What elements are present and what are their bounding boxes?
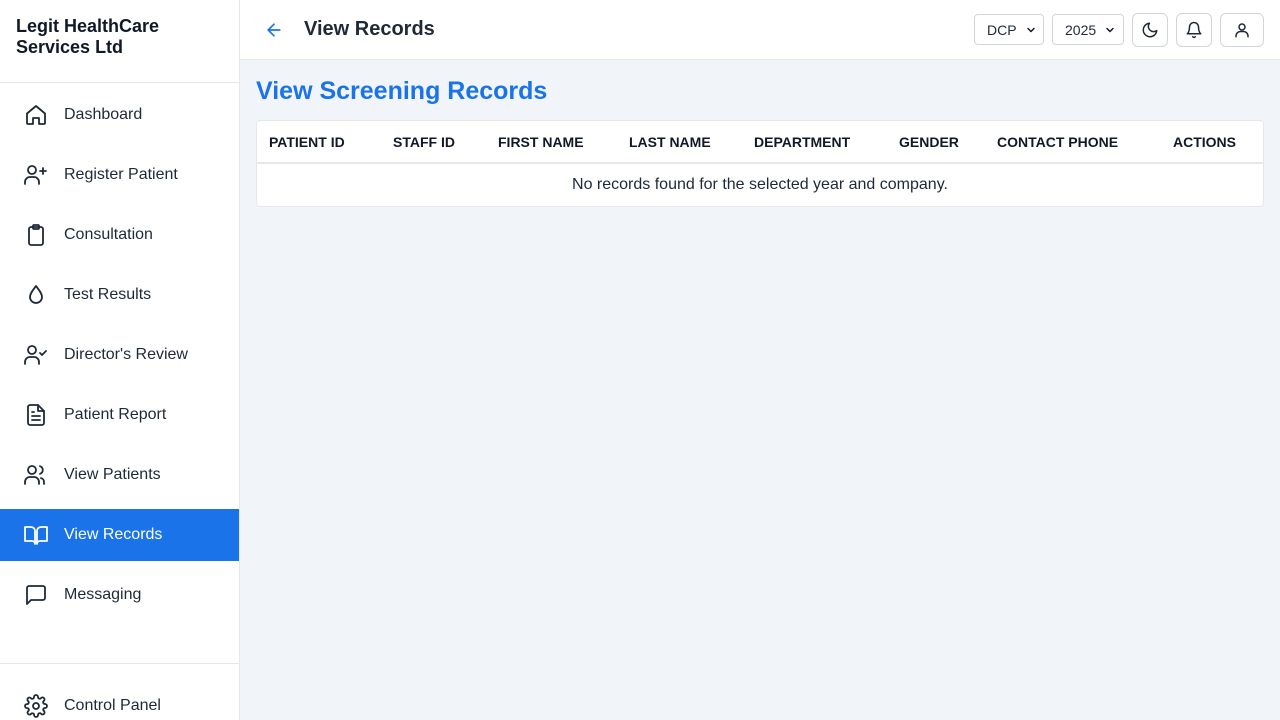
sidebar-item-register-patient[interactable]: Register Patient [0, 149, 239, 201]
column-first-name[interactable]: FIRST NAME [486, 121, 617, 164]
message-square-icon [22, 581, 50, 609]
sidebar-footer: Control Panel [0, 663, 239, 720]
bell-icon [1185, 21, 1203, 39]
sidebar-item-view-records[interactable]: View Records [0, 509, 239, 561]
sidebar-item-view-patients[interactable]: View Patients [0, 449, 239, 501]
table-header-row: PATIENT ID STAFF ID FIRST NAME LAST NAME… [257, 121, 1263, 164]
year-select[interactable]: 2025 [1052, 14, 1124, 45]
brand-name: Legit HealthCare Services Ltd [0, 0, 239, 83]
records-table: PATIENT ID STAFF ID FIRST NAME LAST NAME… [257, 121, 1263, 206]
column-department[interactable]: DEPARTMENT [742, 121, 887, 164]
theme-toggle-button[interactable] [1132, 12, 1168, 47]
column-staff-id[interactable]: STAFF ID [381, 121, 486, 164]
table-row: No records found for the selected year a… [257, 163, 1263, 206]
user-menu-button[interactable] [1220, 12, 1264, 47]
sidebar-item-dashboard[interactable]: Dashboard [0, 89, 239, 141]
sidebar-item-label: Consultation [64, 226, 153, 243]
users-icon [22, 461, 50, 489]
company-select[interactable]: DCP [974, 14, 1044, 45]
sidebar-item-directors-review[interactable]: Director's Review [0, 329, 239, 381]
sidebar-item-control-panel[interactable]: Control Panel [0, 680, 239, 720]
sidebar-item-label: Register Patient [64, 166, 178, 183]
user-check-icon [22, 341, 50, 369]
sidebar-item-label: Messaging [64, 586, 142, 603]
top-bar-controls: DCP 2025 [974, 12, 1264, 47]
moon-icon [1141, 21, 1159, 39]
user-plus-icon [22, 161, 50, 189]
column-last-name[interactable]: LAST NAME [617, 121, 742, 164]
sidebar-item-consultation[interactable]: Consultation [0, 209, 239, 261]
content-area: View Screening Records PATIENT ID STAFF … [240, 60, 1280, 223]
company-select-value: DCP [987, 21, 1017, 38]
back-arrow-icon[interactable] [260, 16, 288, 44]
page-title: View Screening Records [256, 77, 548, 105]
sidebar-item-label: View Records [64, 526, 163, 543]
sidebar-item-label: Patient Report [64, 406, 167, 423]
sidebar-item-label: Dashboard [64, 106, 143, 123]
sidebar-item-label: View Patients [64, 466, 161, 483]
home-icon [22, 101, 50, 129]
column-patient-id[interactable]: PATIENT ID [257, 121, 381, 164]
column-contact-phone[interactable]: CONTACT PHONE [985, 121, 1161, 164]
main-area: View Records DCP 2025 View Screening Rec… [240, 0, 1280, 720]
settings-icon [22, 692, 50, 720]
sidebar-item-label: Test Results [64, 286, 152, 303]
sidebar-item-messaging[interactable]: Messaging [0, 569, 239, 621]
sidebar-nav: Dashboard Register Patient Consultation … [0, 83, 239, 621]
sidebar-item-test-results[interactable]: Test Results [0, 269, 239, 321]
table-body: No records found for the selected year a… [257, 163, 1263, 206]
page-header-title: View Records [304, 18, 435, 40]
sidebar-item-label: Control Panel [64, 697, 161, 714]
user-icon [1233, 21, 1251, 39]
droplet-icon [22, 281, 50, 309]
empty-state-message: No records found for the selected year a… [572, 176, 948, 193]
book-open-icon [22, 521, 50, 549]
column-gender[interactable]: GENDER [887, 121, 985, 164]
chevron-down-icon [1025, 24, 1037, 36]
file-text-icon [22, 401, 50, 429]
sidebar-item-label: Director's Review [64, 346, 188, 363]
year-select-value: 2025 [1065, 21, 1097, 38]
records-table-container: PATIENT ID STAFF ID FIRST NAME LAST NAME… [256, 120, 1264, 207]
table-header: PATIENT ID STAFF ID FIRST NAME LAST NAME… [257, 121, 1263, 164]
sidebar: Legit HealthCare Services Ltd Dashboard … [0, 0, 240, 720]
top-bar: View Records DCP 2025 [240, 0, 1280, 60]
chevron-down-icon [1104, 24, 1116, 36]
clipboard-icon [22, 221, 50, 249]
sidebar-item-patient-report[interactable]: Patient Report [0, 389, 239, 441]
column-actions: ACTIONS [1161, 121, 1263, 164]
app-root: Legit HealthCare Services Ltd Dashboard … [0, 0, 1280, 720]
notifications-button[interactable] [1176, 12, 1212, 47]
